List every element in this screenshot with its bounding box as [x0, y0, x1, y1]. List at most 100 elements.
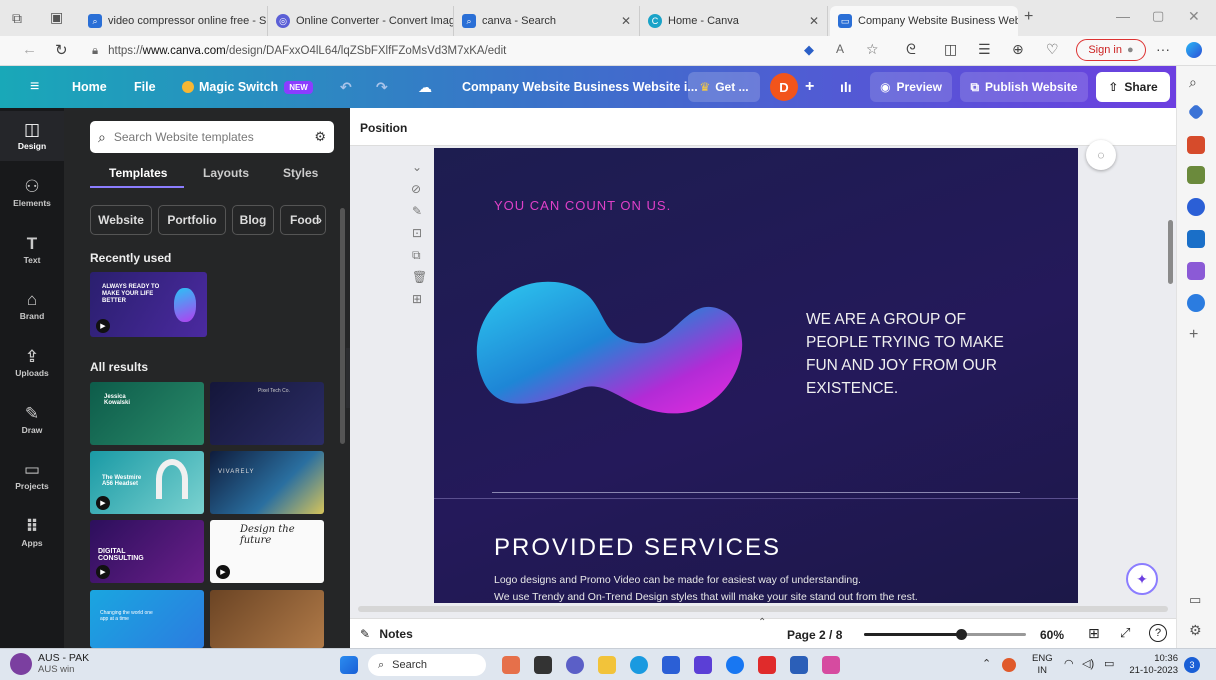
services-title[interactable]: PROVIDED SERVICES	[494, 534, 781, 562]
hide-sidebar-icon[interactable]: ▭	[1189, 592, 1201, 608]
rail-item-uploads[interactable]: ⇪ Uploads	[0, 338, 64, 388]
copilot-sidebar-icon[interactable]	[1186, 42, 1202, 58]
horizontal-scrollbar[interactable]	[358, 606, 1168, 612]
fullscreen-icon[interactable]: ⤢	[1120, 625, 1130, 641]
add-sidebar-app-icon[interactable]: +	[1189, 326, 1198, 344]
more-menu-icon[interactable]: ···	[1156, 41, 1170, 57]
shopping-icon[interactable]	[1187, 103, 1205, 121]
template-thumb[interactable]: Design the future ▶	[210, 520, 324, 583]
publish-website-button[interactable]: ⧉ Publish Website	[960, 72, 1088, 102]
preview-button[interactable]: ◉ Preview	[870, 72, 952, 102]
edit-notes-icon[interactable]: ✎	[412, 204, 422, 218]
performance-icon[interactable]: ♡	[1046, 41, 1059, 58]
battery-icon[interactable]: ▭	[1104, 657, 1114, 670]
template-thumb[interactable]: Jessica Kowalski	[90, 382, 204, 445]
rail-item-brand[interactable]: ⌂ Brand	[0, 281, 64, 331]
search-icon[interactable]: ⌕	[1189, 74, 1197, 91]
chip-portfolio[interactable]: Portfolio	[158, 205, 226, 235]
template-thumb[interactable]: Changing the world one app at a time	[90, 590, 204, 648]
canvas-scrollbar[interactable]	[1168, 220, 1173, 284]
store-icon[interactable]	[662, 656, 680, 674]
tab-templates[interactable]: Templates	[109, 166, 167, 180]
document-title[interactable]: Company Website Business Website i...	[462, 66, 698, 108]
back-icon[interactable]: ←	[22, 41, 37, 58]
magic-assistant-button[interactable]: ✦	[1126, 563, 1158, 595]
add-page-icon[interactable]: ⊞	[412, 292, 422, 306]
settings-icon[interactable]: ⚙	[1189, 622, 1202, 639]
tray-chevron-icon[interactable]: ⌃	[982, 657, 991, 670]
tab-layouts[interactable]: Layouts	[203, 166, 249, 180]
rail-item-draw[interactable]: ✎ Draw	[0, 395, 64, 445]
browser-tab[interactable]: ◎ Online Converter - Convert Imag ✕	[268, 6, 454, 36]
file-explorer-icon[interactable]	[598, 656, 616, 674]
template-thumb[interactable]: Pixel Tech Co.	[210, 382, 324, 445]
close-tab-icon[interactable]: ✕	[615, 14, 631, 28]
file-button[interactable]: File	[134, 66, 156, 108]
task-view-icon[interactable]	[534, 656, 552, 674]
browser-tab[interactable]: ⌕ canva - Search ✕	[454, 6, 640, 36]
collections-icon[interactable]: ⊕	[1012, 41, 1024, 58]
word-icon[interactable]	[790, 656, 808, 674]
browser-tab[interactable]: ⌕ video compressor online free - S ✕	[80, 6, 268, 36]
copilot-icon[interactable]: ᘓ	[906, 41, 916, 58]
wifi-icon[interactable]: ◠	[1064, 657, 1074, 670]
services-line-2[interactable]: We use Trendy and On-Trend Design styles…	[494, 591, 918, 603]
notes-button[interactable]: ✎ Notes	[360, 627, 413, 641]
show-pages-icon[interactable]: ⌃	[758, 617, 766, 628]
tagline[interactable]: YOU CAN COUNT ON US.	[494, 198, 671, 213]
youtube-icon[interactable]	[758, 656, 776, 674]
outlook-icon[interactable]	[1187, 230, 1205, 248]
undo-icon[interactable]: ↶	[340, 66, 352, 108]
games-icon[interactable]	[1187, 166, 1205, 184]
cloud-save-icon[interactable]: ☁	[418, 66, 432, 108]
office-icon[interactable]	[1187, 198, 1205, 216]
duplicate-icon[interactable]: ⧉	[412, 248, 421, 263]
filter-icon[interactable]: ⚙	[314, 129, 326, 145]
lock-icon[interactable]: ⊡	[412, 226, 422, 240]
refresh-icon[interactable]: ↻	[55, 41, 68, 59]
clock[interactable]: 10:36 21-10-2023	[1124, 653, 1178, 677]
split-screen-icon[interactable]: ◫	[944, 41, 957, 58]
rail-item-text[interactable]: T Text	[0, 225, 64, 275]
designer-icon[interactable]	[1187, 262, 1205, 280]
sign-in-button[interactable]: Sign in ●	[1076, 39, 1146, 61]
template-thumb[interactable]: DIGITAL CONSULTING ▶	[90, 520, 204, 583]
zoom-slider[interactable]	[864, 629, 1026, 640]
url-field[interactable]: 🔒︎ https:// www.canva.com /design/DAFxxO…	[92, 40, 812, 62]
magic-switch-button[interactable]: Magic Switch NEW	[182, 66, 313, 108]
close-window-icon[interactable]: ✕	[1188, 8, 1200, 25]
people-icon[interactable]	[502, 656, 520, 674]
chip-website[interactable]: Website	[90, 205, 152, 235]
taskbar-search[interactable]: ⌕ Search	[368, 654, 486, 676]
chip-blog[interactable]: Blog	[232, 205, 274, 235]
weather-widget[interactable]: AUS - PAK AUS win	[10, 652, 89, 676]
template-thumb[interactable]: VIVARELY	[210, 451, 324, 514]
tray-app-icon[interactable]	[1002, 658, 1016, 672]
language-indicator[interactable]: ENG IN	[1032, 653, 1053, 677]
rail-item-design[interactable]: ◫ Design	[0, 111, 64, 161]
insights-icon[interactable]: ılı	[840, 66, 852, 108]
chevron-down-icon[interactable]: ⌄	[412, 160, 422, 174]
panel-scrollbar[interactable]	[340, 208, 345, 444]
position-button[interactable]: Position	[360, 121, 407, 135]
page-indicator[interactable]: Page 2 / 8	[787, 628, 842, 642]
redo-icon[interactable]: ↷	[376, 66, 388, 108]
drop-icon[interactable]	[1187, 294, 1205, 312]
template-thumb[interactable]: The Westmire A56 Headset ▶	[90, 451, 204, 514]
recent-template-thumb[interactable]: ALWAYS READY TO MAKE YOUR LIFE BETTER ▶	[90, 272, 207, 337]
chip-food[interactable]: Food ›	[280, 205, 326, 235]
snipping-tool-icon[interactable]	[822, 656, 840, 674]
new-tab-icon[interactable]: +	[1024, 8, 1033, 26]
browser-tab[interactable]: C Home - Canva ✕	[640, 6, 828, 36]
chevron-right-icon[interactable]: ›	[318, 213, 322, 227]
extension-icon[interactable]: ◆	[804, 42, 814, 58]
home-button[interactable]: Home	[72, 66, 107, 108]
photos-icon[interactable]	[694, 656, 712, 674]
help-icon[interactable]: ?	[1149, 624, 1167, 642]
workspaces-icon[interactable]: ⧉	[12, 10, 22, 27]
edge-icon[interactable]	[630, 656, 648, 674]
notification-badge[interactable]: 3	[1184, 657, 1200, 673]
favorite-icon[interactable]: ☆	[866, 41, 879, 58]
favorites-icon[interactable]: ☰	[978, 41, 991, 58]
delete-icon[interactable]: 🗑︎	[412, 270, 427, 284]
